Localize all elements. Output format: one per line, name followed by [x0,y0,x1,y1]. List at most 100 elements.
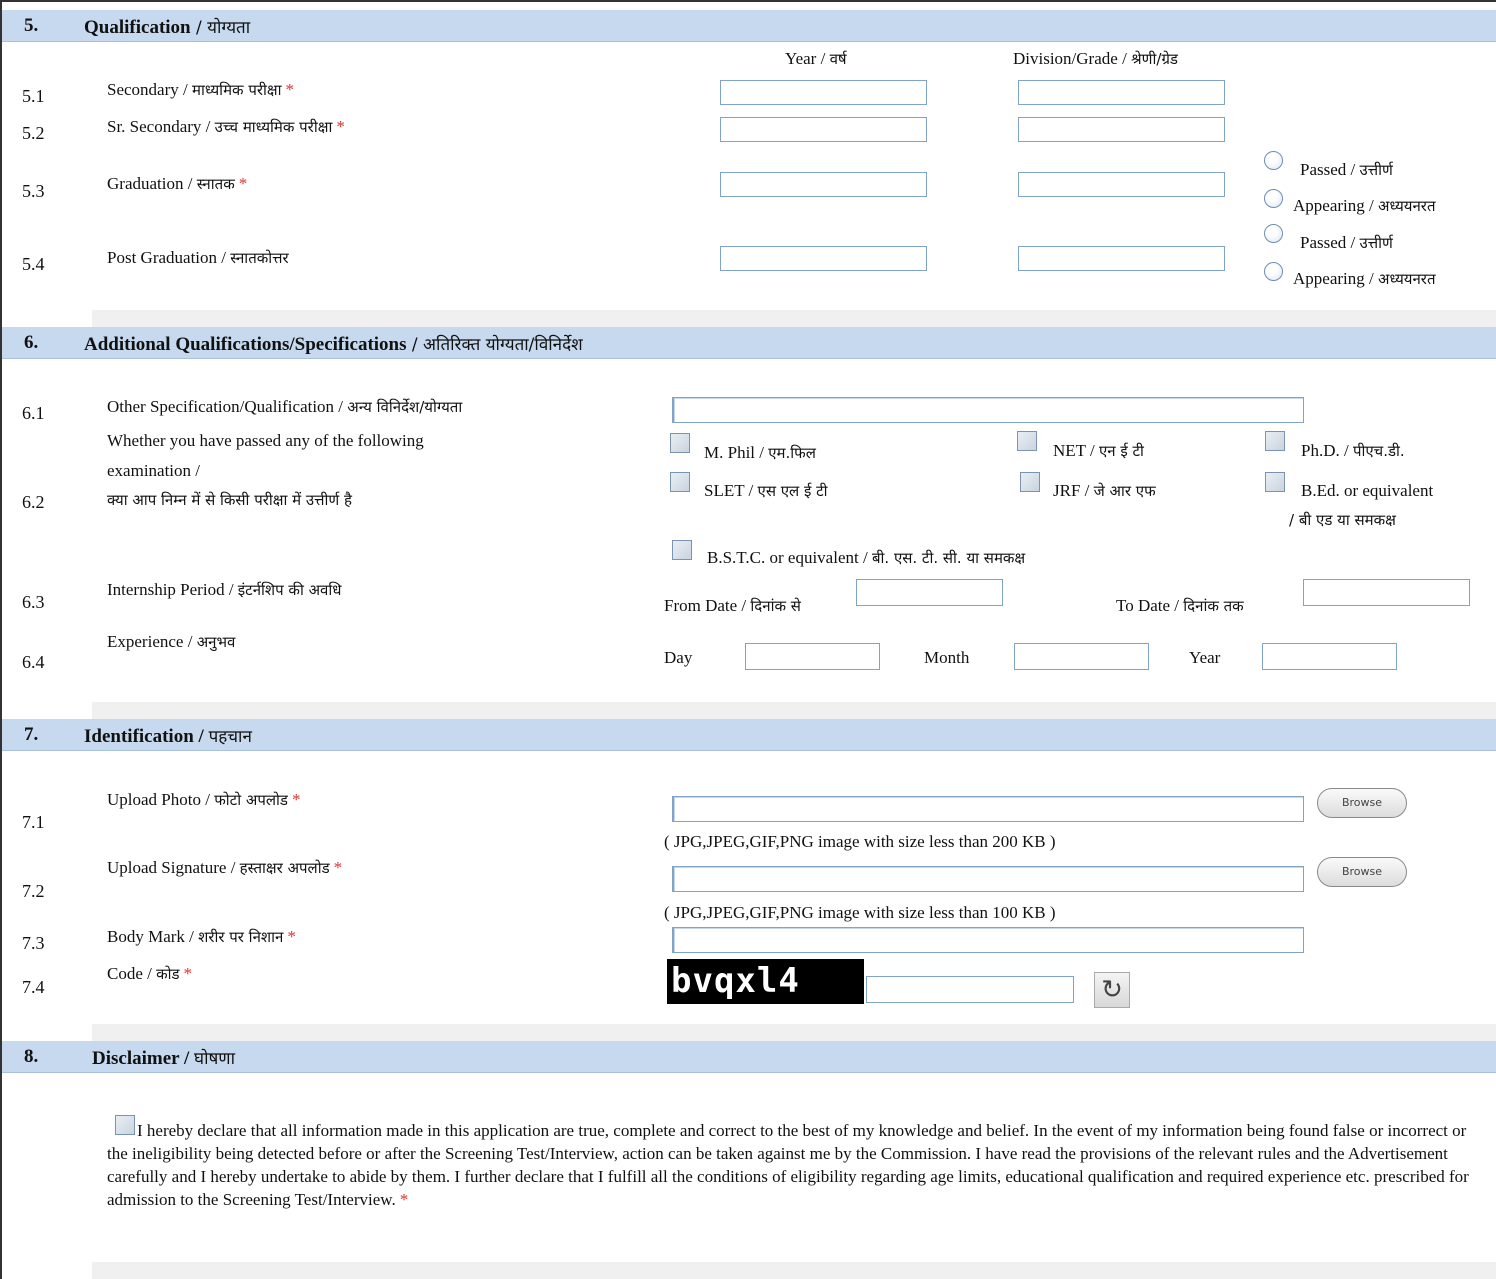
label-en: Internship Period / [107,580,238,599]
section-title-hi: / योग्यता [190,18,251,38]
label-hi: माध्यमिक परीक्षा [191,81,282,99]
row-number: 5.4 [22,254,45,274]
row-number: 5.2 [22,123,45,143]
mphil-checkbox[interactable] [670,433,690,453]
graduation-appearing-radio[interactable] [1264,189,1283,208]
appearing-label: Appearing / अध्ययनरत [1293,269,1436,289]
bed-label-hi: / बी एड या समकक्ष [1289,511,1396,529]
month-label: Month [924,648,970,667]
graduation-passed-radio[interactable] [1264,151,1283,170]
row-number: 5.1 [22,86,45,106]
upload-photo-label: Upload Photo / फोटो अपलोड * [107,790,300,810]
other-qualification-input[interactable] [672,397,1304,423]
year-label: Year [1189,648,1221,667]
secondary-year-input[interactable] [720,80,927,105]
section-title-hi: पहचान [208,727,252,747]
signature-hint: ( JPG,JPEG,GIF,PNG image with size less … [664,903,1056,922]
passed-label: Passed / उत्तीर्ण [1300,160,1393,180]
passed-hi: उत्तीर्ण [1359,234,1393,252]
phd-checkbox[interactable] [1265,431,1285,451]
row-number: 7.1 [22,812,45,832]
column-header-division: Division/Grade / श्रेणी/ग्रेड [1013,49,1178,69]
label-en: From Date / [664,596,751,615]
to-date-label: To Date / दिनांक तक [1116,596,1244,616]
internship-from-date-input[interactable] [856,579,1003,606]
appearing-hi: अध्ययनरत [1377,197,1436,215]
experience-year-input[interactable] [1262,643,1397,670]
label-hi: दिनांक तक [1183,597,1244,615]
captcha-input[interactable] [866,976,1074,1003]
required-asterisk: * [336,117,345,136]
required-asterisk: * [285,80,295,99]
internship-to-date-input[interactable] [1303,579,1470,606]
graduation-grade-input[interactable] [1018,172,1225,197]
graduation-year-input[interactable] [720,172,927,197]
code-label: Code / कोड * [107,964,192,984]
bstc-label: B.S.T.C. or equivalent / बी. एस. टी. सी.… [707,548,1025,568]
refresh-captcha-icon[interactable]: ↻ [1094,972,1130,1008]
required-asterisk: * [183,964,193,983]
exam-question-line2: examination / [107,461,201,480]
browse-photo-button[interactable]: Browse [1317,788,1407,818]
label-en: Code / [107,964,157,983]
net-checkbox[interactable] [1017,431,1037,451]
label-hi: पीएच.डी. [1352,442,1405,460]
jrf-checkbox[interactable] [1020,472,1040,492]
secondary-grade-input[interactable] [1018,80,1225,105]
label-hi: दिनांक से [750,597,801,615]
slet-checkbox[interactable] [670,472,690,492]
experience-day-input[interactable] [745,643,880,670]
row-number: 6.3 [22,592,45,612]
passed-hi: उत्तीर्ण [1359,161,1393,179]
label-hi: हस्ताक्षर अपलोड [239,859,330,877]
label-en: Graduation / [107,174,197,193]
label-en: To Date / [1116,596,1184,615]
label-hi: अनुभव [196,633,236,651]
required-asterisk: * [291,790,301,809]
mphil-label: M. Phil / एम.फिल [704,443,816,463]
section-title-hi: घोषणा [194,1049,235,1069]
label-en: Body Mark / [107,927,199,946]
row-number: 6.4 [22,652,45,672]
sr-secondary-grade-input[interactable] [1018,117,1225,142]
section-title: Qualification / योग्यता [84,15,250,39]
bstc-checkbox[interactable] [672,540,692,560]
section-title: Additional Qualifications/Specifications… [84,332,583,356]
required-asterisk: * [399,1190,409,1209]
label-hi: स्नातक [196,175,235,193]
label-en: Secondary / [107,80,192,99]
section-title-en: Identification / [84,726,209,747]
col-year-en: Year / [785,49,830,68]
row-number: 6.1 [22,403,45,423]
appearing-en: Appearing / [1293,196,1378,215]
post-graduation-grade-input[interactable] [1018,246,1225,271]
label-en: Upload Photo / [107,790,215,809]
label-hi: स्नातकोत्तर [230,249,289,267]
experience-month-input[interactable] [1014,643,1149,670]
post-graduation-passed-radio[interactable] [1264,224,1283,243]
upload-photo-input[interactable] [672,796,1304,822]
label-hi: उच्च माध्यमिक परीक्षा [214,118,333,136]
section-title-hi: / अतिरिक्त योग्यता/विनिर्देश [406,335,583,355]
label-hi: एन ई टी [1098,442,1144,460]
label-hi: फोटो अपलोड [214,791,288,809]
bed-checkbox[interactable] [1265,472,1285,492]
post-graduation-appearing-radio[interactable] [1264,262,1283,281]
label-en: Experience / [107,632,197,651]
body-mark-label: Body Mark / शरीर पर निशान * [107,927,296,947]
section-title-en: Qualification [84,17,191,38]
body-mark-input[interactable] [672,927,1304,953]
sr-secondary-year-input[interactable] [720,117,927,142]
phd-label: Ph.D. / पीएच.डी. [1301,441,1405,461]
label-en: Upload Signature / [107,858,240,877]
other-qualification-label: Other Specification/Qualification / अन्य… [107,397,462,417]
post-graduation-year-input[interactable] [720,246,927,271]
label-hi: जे आर एफ [1093,482,1156,500]
upload-signature-input[interactable] [672,866,1304,892]
browse-signature-button[interactable]: Browse [1317,857,1407,887]
label-en: Other Specification/Qualification / [107,397,348,416]
section-number: 8. [24,1046,39,1067]
col-div-en: Division/Grade / [1013,49,1132,68]
passed-en: Passed / [1300,233,1360,252]
top-border [0,0,1496,2]
